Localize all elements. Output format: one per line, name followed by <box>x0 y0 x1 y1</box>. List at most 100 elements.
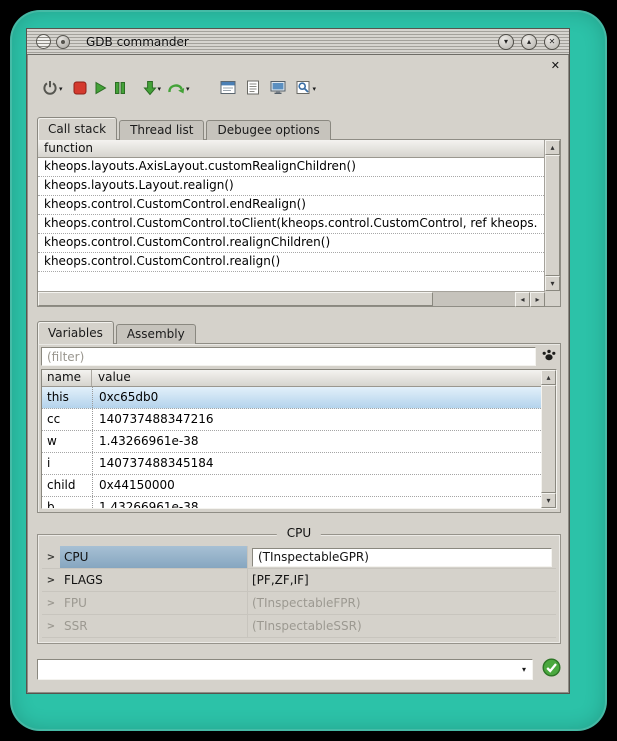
close-icon: ✕ <box>549 38 556 46</box>
cpu-groupbox: CPU > CPU (TInspectableGPR) > FLAGS [PF,… <box>37 534 561 644</box>
search-button[interactable]: ▾ <box>293 77 320 101</box>
expand-arrow-icon[interactable]: > <box>42 552 60 563</box>
callstack-panel: function kheops.layouts.AxisLayout.custo… <box>37 139 561 307</box>
step-over-button[interactable]: ▾ <box>164 77 193 101</box>
close-button[interactable]: ✕ <box>544 34 560 50</box>
screen-background: GDB commander ▾ ▴ ✕ ✕ ▾ <box>0 0 617 741</box>
callstack-row[interactable]: kheops.control.CustomControl.realignChil… <box>38 234 544 253</box>
expand-arrow-icon[interactable]: > <box>42 575 60 586</box>
variable-row[interactable]: this 0xc65db0 <box>42 387 541 409</box>
callstack-row[interactable]: kheops.control.CustomControl.endRealign(… <box>38 196 544 215</box>
callstack-column-header[interactable]: function <box>38 140 544 158</box>
callstack-row[interactable]: kheops.layouts.Layout.realign() <box>38 177 544 196</box>
variable-row[interactable]: b 1.43266961e-38 <box>42 497 541 508</box>
scrollbar-thumb[interactable] <box>38 292 433 306</box>
play-icon <box>93 81 107 98</box>
variable-row[interactable]: i 140737488345184 <box>42 453 541 475</box>
variable-row[interactable]: cc 140737488347216 <box>42 409 541 431</box>
continue-button[interactable] <box>90 77 110 101</box>
window-icon <box>220 80 236 98</box>
column-header-value[interactable]: value <box>92 370 541 386</box>
variables-tabbar: Variables Assembly <box>37 321 198 344</box>
window-title: GDB commander <box>86 35 189 49</box>
scroll-up-icon[interactable]: ▴ <box>545 140 560 155</box>
dropdown-arrow-icon: ▾ <box>59 86 63 93</box>
cpu-row-fpu[interactable]: > FPU (TInspectableFPR) <box>42 592 556 615</box>
callstack-list: function kheops.layouts.AxisLayout.custo… <box>38 140 545 291</box>
app-icon[interactable] <box>56 35 70 49</box>
cpu-value-field[interactable]: (TInspectableGPR) <box>252 548 552 567</box>
paw-icon[interactable] <box>541 347 557 366</box>
stop-icon <box>73 81 87 98</box>
gdb-commander-window: GDB commander ▾ ▴ ✕ ✕ ▾ <box>26 28 570 694</box>
tab-thread-list[interactable]: Thread list <box>119 120 204 140</box>
scrollbar-track[interactable] <box>433 292 515 306</box>
memory-button[interactable] <box>267 77 289 101</box>
callstack-row[interactable]: kheops.layouts.AxisLayout.customRealignC… <box>38 158 544 177</box>
variables-header: name value <box>42 370 541 387</box>
scroll-left-icon[interactable]: ◂ <box>515 292 530 307</box>
tab-assembly[interactable]: Assembly <box>116 324 196 344</box>
tab-call-stack[interactable]: Call stack <box>37 117 117 140</box>
titlebar-buttons: ▾ ▴ ✕ <box>498 34 560 50</box>
document-icon <box>246 80 260 98</box>
titlebar[interactable]: GDB commander ▾ ▴ ✕ <box>27 29 569 55</box>
variables-panel: name value this 0xc65db0 cc 140737488347… <box>37 343 561 513</box>
window-menu-icon[interactable] <box>36 34 51 49</box>
maximize-button[interactable]: ▴ <box>521 34 537 50</box>
command-bar: ▾ <box>37 658 561 680</box>
scroll-down-icon[interactable]: ▾ <box>541 493 556 508</box>
callstack-tabbar: Call stack Thread list Debugee options <box>37 117 333 140</box>
dropdown-arrow-icon: ▾ <box>186 86 190 93</box>
pause-icon <box>113 81 127 98</box>
frames-button[interactable] <box>217 77 239 101</box>
scroll-down-icon[interactable]: ▾ <box>545 276 560 291</box>
submit-command-button[interactable] <box>541 659 561 679</box>
command-input[interactable] <box>38 662 516 676</box>
variable-row[interactable]: w 1.43266961e-38 <box>42 431 541 453</box>
chevron-up-icon: ▴ <box>527 38 531 46</box>
scrollbar-thumb[interactable] <box>541 385 556 493</box>
panel-close-button[interactable]: ✕ <box>551 60 560 71</box>
arrow-over-icon <box>167 80 185 98</box>
scrollbar-thumb[interactable] <box>545 155 560 276</box>
column-header-name[interactable]: name <box>42 370 92 386</box>
variable-row[interactable]: child 0x44150000 <box>42 475 541 497</box>
filter-input[interactable] <box>41 347 536 366</box>
source-button[interactable] <box>243 77 263 101</box>
scroll-right-icon[interactable]: ▸ <box>530 292 545 307</box>
variables-vertical-scrollbar[interactable]: ▴ ▾ <box>541 370 556 508</box>
power-button[interactable]: ▾ <box>39 77 66 101</box>
scrollbar-corner <box>545 291 560 306</box>
cpu-row-gpr[interactable]: > CPU (TInspectableGPR) <box>42 546 556 569</box>
step-into-button[interactable]: ▾ <box>140 77 165 101</box>
combo-dropdown-icon[interactable]: ▾ <box>516 665 532 674</box>
cpu-inspector: > CPU (TInspectableGPR) > FLAGS [PF,ZF,I… <box>42 546 556 638</box>
scroll-up-icon[interactable]: ▴ <box>541 370 556 385</box>
expand-arrow-icon[interactable]: > <box>42 598 60 609</box>
variables-list: name value this 0xc65db0 cc 140737488347… <box>42 370 541 508</box>
variables-table: name value this 0xc65db0 cc 140737488347… <box>41 369 557 509</box>
tab-variables[interactable]: Variables <box>37 321 114 344</box>
filter-row <box>41 347 557 366</box>
callstack-rows: kheops.layouts.AxisLayout.customRealignC… <box>38 158 544 291</box>
arrow-down-icon <box>143 80 157 99</box>
pause-button[interactable] <box>110 77 130 101</box>
callstack-horizontal-scrollbar[interactable]: ◂ ▸ <box>38 291 545 306</box>
dropdown-arrow-icon: ▾ <box>313 86 317 93</box>
expand-arrow-icon[interactable]: > <box>42 621 60 632</box>
callstack-row[interactable]: kheops.control.CustomControl.toClient(kh… <box>38 215 544 234</box>
cpu-row-ssr[interactable]: > SSR (TInspectableSSR) <box>42 615 556 638</box>
debug-toolbar: ▾ ▾ ▾ <box>39 75 319 103</box>
command-combobox[interactable]: ▾ <box>37 659 533 680</box>
check-icon <box>542 658 561 680</box>
callstack-vertical-scrollbar[interactable]: ▴ ▾ <box>545 140 560 291</box>
cpu-row-flags[interactable]: > FLAGS [PF,ZF,IF] <box>42 569 556 592</box>
callstack-row[interactable]: kheops.control.CustomControl.realign() <box>38 253 544 272</box>
monitor-icon <box>270 80 286 98</box>
power-icon <box>42 80 58 99</box>
stop-button[interactable] <box>70 77 90 101</box>
shade-button[interactable]: ▾ <box>498 34 514 50</box>
tab-debugee-options[interactable]: Debugee options <box>206 120 330 140</box>
close-icon: ✕ <box>551 59 560 72</box>
